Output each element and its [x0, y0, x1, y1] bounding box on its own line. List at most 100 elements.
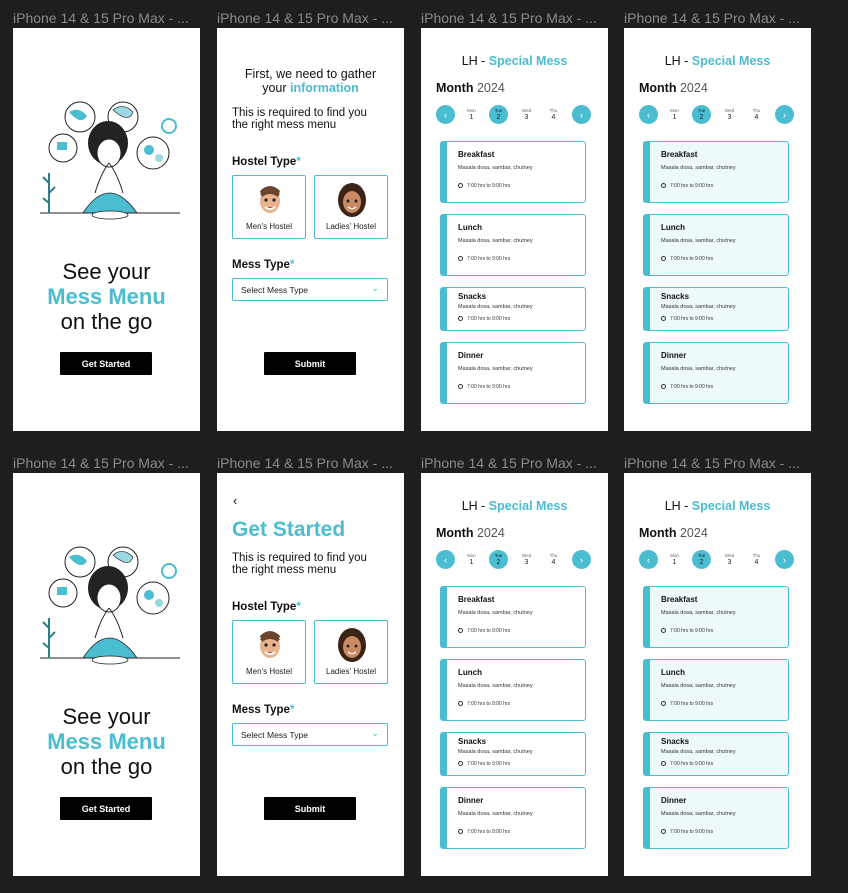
- meal-card-lunch[interactable]: Lunch Masala dosa, sambar, chutney 7:00 hr…: [643, 214, 789, 276]
- meal-time-text: 7:00 hrs to 9:00 hrs: [467, 256, 511, 262]
- submit-button[interactable]: Submit: [264, 797, 356, 820]
- month-heading: Month 2024: [436, 526, 505, 540]
- get-started-button[interactable]: Get Started: [60, 352, 152, 375]
- back-arrow-icon[interactable]: ‹: [233, 493, 237, 508]
- meal-card-dinner[interactable]: Dinner Masala dosa, sambar, chutney 7:00 h…: [440, 787, 586, 849]
- chevron-right-icon[interactable]: ›: [775, 105, 794, 124]
- mess-type-select[interactable]: Select Mess Type ⌄: [232, 278, 388, 301]
- meal-card-dinner[interactable]: Dinner Masala dosa, sambar, chutney 7:00 h…: [643, 342, 789, 404]
- day-wed[interactable]: Wed 3: [517, 105, 536, 124]
- meal-card-breakfast[interactable]: Breakfast Masala dosa, sambar, chutney 7:0…: [643, 141, 789, 203]
- day-wed[interactable]: Wed 3: [720, 550, 739, 569]
- meal-description: Masala dosa, sambar, chutney: [458, 366, 533, 372]
- phone-frame-menu: LH - Special Mess Month 2024 ‹ › Mon 1 Tue 2 Wed…: [421, 28, 608, 431]
- day-thu[interactable]: Thu 4: [747, 105, 766, 124]
- male-avatar-icon: [254, 183, 286, 219]
- year-label: 2024: [679, 81, 708, 95]
- day-name: Tue: [494, 553, 503, 558]
- day-tue[interactable]: Tue 2: [692, 550, 711, 569]
- day-name: Tue: [697, 108, 706, 113]
- meal-card-snacks[interactable]: Snacks Masala dosa, sambar, chutney 7:00 h…: [440, 732, 586, 776]
- meal-time: 7:00 hrs to 9:00 hrs: [458, 829, 510, 835]
- meal-description: Masala dosa, sambar, chutney: [661, 749, 736, 755]
- chevron-right-icon[interactable]: ›: [572, 550, 591, 569]
- meal-card-dinner[interactable]: Dinner Masala dosa, sambar, chutney 7:00 h…: [440, 342, 586, 404]
- mess-prefix: LH -: [664, 499, 692, 513]
- meal-time: 7:00 hrs to 9:00 hrs: [661, 701, 713, 707]
- meal-card-snacks[interactable]: Snacks Masala dosa, sambar, chutney 7:00 h…: [643, 732, 789, 776]
- chevron-left-icon[interactable]: ‹: [639, 550, 658, 569]
- chevron-right-icon[interactable]: ›: [775, 550, 794, 569]
- form-title-line-1: First, we need to gather: [244, 67, 377, 81]
- chevron-left-icon[interactable]: ‹: [436, 550, 455, 569]
- day-tue[interactable]: Tue 2: [489, 105, 508, 124]
- ladies-hostel-card[interactable]: Ladies' Hostel: [314, 620, 388, 684]
- chevron-left-icon[interactable]: ‹: [639, 105, 658, 124]
- chevron-down-icon: ⌄: [371, 728, 379, 738]
- meal-time-text: 7:00 hrs to 9:00 hrs: [670, 316, 714, 322]
- meal-card-dinner[interactable]: Dinner Masala dosa, sambar, chutney 7:00 h…: [643, 787, 789, 849]
- day-number: 1: [469, 559, 474, 566]
- frame-title: iPhone 14 & 15 Pro Max - ...: [421, 455, 597, 471]
- day-tue[interactable]: Tue 2: [692, 105, 711, 124]
- month-label: Month: [639, 81, 677, 95]
- meal-description: Masala dosa, sambar, chutney: [661, 683, 736, 689]
- meal-name: Dinner: [458, 351, 484, 360]
- day-name: Mon: [670, 553, 679, 558]
- meal-description: Masala dosa, sambar, chutney: [458, 165, 533, 171]
- day-thu[interactable]: Thu 4: [544, 550, 563, 569]
- meal-description: Masala dosa, sambar, chutney: [458, 749, 533, 755]
- mess-type-text: Mess Type: [232, 259, 290, 271]
- meal-description: Masala dosa, sambar, chutney: [661, 238, 736, 244]
- day-tue[interactable]: Tue 2: [489, 550, 508, 569]
- day-number: 3: [524, 114, 529, 121]
- hostel-card-label: Men's Hostel: [246, 667, 292, 676]
- meal-card-breakfast[interactable]: Breakfast Masala dosa, sambar, chutney 7:0…: [643, 586, 789, 648]
- female-avatar-icon: [336, 183, 368, 219]
- day-mon[interactable]: Mon 1: [665, 105, 684, 124]
- day-mon[interactable]: Mon 1: [665, 550, 684, 569]
- form-subtitle: This is required to find you the right me…: [232, 107, 392, 131]
- get-started-button[interactable]: Get Started: [60, 797, 152, 820]
- meal-card-snacks[interactable]: Snacks Masala dosa, sambar, chutney 7:00 h…: [643, 287, 789, 331]
- day-number: 1: [469, 114, 474, 121]
- meal-card-lunch[interactable]: Lunch Masala dosa, sambar, chutney 7:00 hr…: [440, 214, 586, 276]
- mess-illustration: [35, 98, 180, 248]
- chevron-right-icon[interactable]: ›: [572, 105, 591, 124]
- meal-time-text: 7:00 hrs to 9:00 hrs: [670, 829, 714, 835]
- day-thu[interactable]: Thu 4: [544, 105, 563, 124]
- submit-button[interactable]: Submit: [264, 352, 356, 375]
- day-mon[interactable]: Mon 1: [462, 105, 481, 124]
- meal-card-breakfast[interactable]: Breakfast Masala dosa, sambar, chutney 7:0…: [440, 141, 586, 203]
- day-mon[interactable]: Mon 1: [462, 550, 481, 569]
- mens-hostel-card[interactable]: Men's Hostel: [232, 620, 306, 684]
- female-avatar-icon: [336, 628, 368, 664]
- day-wed[interactable]: Wed 3: [720, 105, 739, 124]
- mess-title: LH - Special Mess: [624, 499, 811, 513]
- male-avatar-icon: [254, 628, 286, 664]
- meal-card-breakfast[interactable]: Breakfast Masala dosa, sambar, chutney 7:0…: [440, 586, 586, 648]
- mens-hostel-card[interactable]: Men's Hostel: [232, 175, 306, 239]
- meal-card-lunch[interactable]: Lunch Masala dosa, sambar, chutney 7:00 hr…: [643, 659, 789, 721]
- day-wed[interactable]: Wed 3: [517, 550, 536, 569]
- meal-description: Masala dosa, sambar, chutney: [661, 304, 736, 310]
- meal-card-snacks[interactable]: Snacks Masala dosa, sambar, chutney 7:00 h…: [440, 287, 586, 331]
- day-thu[interactable]: Thu 4: [747, 550, 766, 569]
- meal-card-lunch[interactable]: Lunch Masala dosa, sambar, chutney 7:00 hr…: [440, 659, 586, 721]
- hostel-card-label: Ladies' Hostel: [326, 667, 376, 676]
- mess-type-select[interactable]: Select Mess Type ⌄: [232, 723, 388, 746]
- day-name: Tue: [697, 553, 706, 558]
- meal-name: Dinner: [661, 796, 687, 805]
- mess-prefix: LH -: [461, 54, 489, 68]
- day-number: 3: [727, 559, 732, 566]
- ladies-hostel-card[interactable]: Ladies' Hostel: [314, 175, 388, 239]
- mess-prefix: LH -: [461, 499, 489, 513]
- day-number: 1: [672, 559, 677, 566]
- chevron-left-icon[interactable]: ‹: [436, 105, 455, 124]
- form-title-highlight: information: [290, 81, 359, 95]
- clock-icon: [661, 701, 666, 706]
- clock-icon: [458, 628, 463, 633]
- month-heading: Month 2024: [436, 81, 505, 95]
- meal-time-text: 7:00 hrs to 9:00 hrs: [670, 384, 714, 390]
- hostel-type-label: Hostel Type*: [232, 601, 301, 613]
